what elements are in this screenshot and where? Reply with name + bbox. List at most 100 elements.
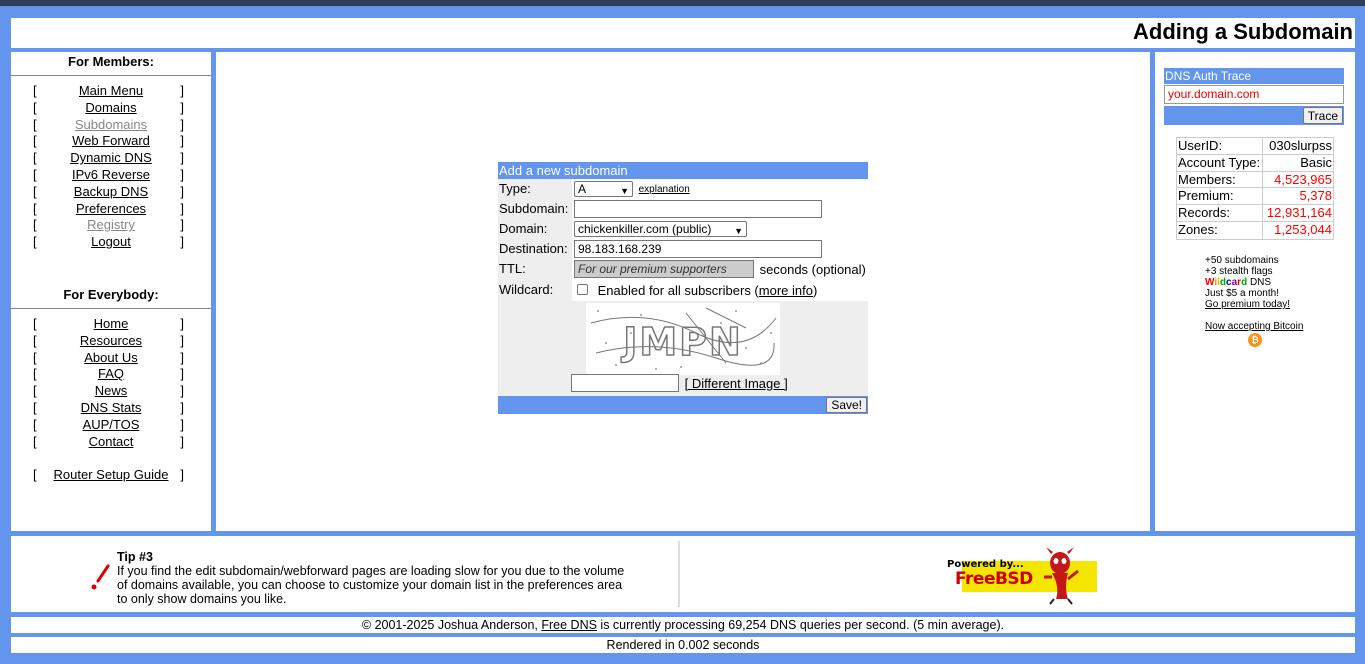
bracket-right: ] [180,99,184,115]
nav-item-registry: [Registry] [11,217,211,234]
bitcoin-icon: ₿ [1248,333,1262,347]
tip-body: If you find the edit subdomain/webforwar… [117,564,625,606]
bracket-right: ] [180,315,184,331]
captcha-controls: [ Different Image ] [571,374,788,392]
main-content: Add a new subdomain Type: A ▼ explanatio… [216,52,1150,531]
stat-row-account-type: Account Type: Basic [1177,154,1333,172]
wildcard-close-paren: ) [812,283,818,298]
freebsd-text: FreeBSD [955,569,1033,589]
stat-row-userid: UserID: 030slurpss [1177,138,1333,155]
stat-label: Account Type: [1178,154,1261,170]
nav-item-faq: [FAQ] [11,366,211,383]
top-strip [0,0,1365,6]
nav-item-web-forward: [Web Forward] [11,133,211,150]
stat-row-premium: Premium: 5,378 [1177,188,1333,206]
type-field-wrap: A ▼ explanation [574,181,690,201]
bracket-right: ] [180,467,184,483]
members-heading: For Members: [68,54,154,69]
wildcard-letter: W [1205,277,1215,288]
bracket-right: ] [180,399,184,415]
stat-value: 5,378 [1299,188,1332,204]
promo-line-stealth: +3 stealth flags [1205,266,1273,277]
dns-trace-heading: DNS Auth Trace [1164,68,1344,84]
subdomain-field-wrap [574,200,822,220]
save-bar: Save! [498,396,868,414]
stat-value: 030slurpss [1269,138,1332,153]
nav-item-dynamic-dns: [Dynamic DNS] [11,150,211,167]
exclamation-icon [91,564,110,590]
footer-suffix: is currently processing 69,254 DNS queri… [596,618,1005,632]
ttl-input[interactable]: For our premium supporters [574,260,754,278]
stat-row-zones: Zones: 1,253,044 [1177,221,1333,239]
ttl-field-wrap: For our premium supporters seconds (opti… [574,260,866,281]
bracket-right: ] [180,383,184,399]
everybody-heading: For Everybody: [63,286,159,302]
bracket-right: ] [180,416,184,432]
type-select[interactable]: A ▼ [574,181,633,197]
everybody-divider [11,307,211,309]
promo-line-price: Just $5 a month! [1205,288,1279,299]
members-divider [11,75,211,76]
tip-bar: Tip #3 If you find the edit subdomain/we… [11,536,1355,612]
tip-title: Tip #3 [117,550,153,564]
bracket-right: ] [180,166,184,182]
ttl-row: TTL: For our premium supporters seconds … [498,259,868,280]
save-button[interactable]: Save! [826,397,867,413]
powered-panel: Powered by... FreeBSD [684,541,1350,607]
nav-item-logout: [Logout] [11,234,211,251]
explanation-link[interactable]: explanation [639,184,690,195]
nav-item-domains: [Domains] [11,100,211,117]
nav-item-ipv6-reverse: [IPv6 Reverse] [11,167,211,184]
captcha-image: JMPN [586,303,780,375]
nav-item-resources: [Resources] [11,333,211,350]
domain-row: Domain: chickenkiller.com (public) ▼ [498,219,868,239]
account-stats-table: UserID: 030slurpss Account Type: Basic Membe… [1176,137,1334,240]
page-title: Adding a Subdomain [1133,19,1353,44]
copyright-footer: © 2001-2025 Joshua Anderson, Free DNS is… [11,617,1355,633]
destination-row: Destination: 98.183.168.239 [498,239,868,259]
subdomain-label: Subdomain: [498,199,572,219]
nav-item-main-menu: [Main Menu] [11,83,211,100]
chevron-down-icon: ▼ [620,186,629,196]
bracket-right: ] [180,349,184,365]
nav-item-about-us: [About Us] [11,350,211,367]
different-image-link[interactable]: [ Different Image ] [685,376,788,391]
stat-row-members: Members: 4,523,965 [1177,171,1333,189]
wildcard-checkbox[interactable] [577,284,588,295]
bracket-right: ] [180,83,184,98]
tip-panel: Tip #3 If you find the edit subdomain/we… [16,541,680,607]
nav-item-contact: [Contact] [11,434,211,451]
trace-button[interactable]: Trace [1302,107,1343,124]
go-premium-link[interactable]: Go premium today! [1205,299,1290,310]
nav-item-router-setup: [ Router Setup Guide ] [11,467,211,484]
dns-trace-input[interactable]: your.domain.com [1164,85,1344,104]
subdomain-input[interactable] [574,200,822,218]
stat-label: Members: [1178,171,1236,187]
freebsd-logo[interactable]: Powered by... FreeBSD [947,547,1097,605]
bracket-right: ] [180,150,184,166]
wildcard-suffix: DNS [1247,277,1272,288]
stat-label: Records: [1178,205,1231,221]
stat-value: 12,931,164 [1266,205,1332,221]
captcha-noise-graphic: JMPN [590,307,777,370]
tip-content: Tip #3 If you find the edit subdomain/we… [117,550,627,606]
nav-item-aup-tos: [AUP/TOS] [11,417,211,434]
stat-label: Premium: [1178,188,1234,204]
stat-row-records: Records: 12,931,164 [1177,205,1333,222]
wildcard-more-info-link[interactable]: more info [759,283,813,298]
ttl-suffix: seconds (optional) [759,261,866,277]
domain-label: Domain: [498,219,572,239]
free-dns-link[interactable]: Free DNS [541,618,597,632]
left-navigation: For Members: [Main Menu][Domains][Subdom… [11,52,211,531]
domain-select[interactable]: chickenkiller.com (public) ▼ [574,221,747,237]
promo-line-subdomains: +50 subdomains [1205,255,1279,266]
bracket-right: ] [180,133,184,149]
nav-item-dns-stats: [DNS Stats] [11,400,211,417]
bitcoin-link[interactable]: Now accepting Bitcoin [1205,321,1303,332]
daemon-icon [1044,547,1079,605]
captcha-input[interactable] [571,374,679,392]
captcha-glyphs: JMPN [620,320,743,364]
destination-input[interactable]: 98.183.168.239 [574,240,822,258]
bracket-right: ] [180,116,184,132]
type-row: Type: A ▼ explanation [498,179,868,199]
